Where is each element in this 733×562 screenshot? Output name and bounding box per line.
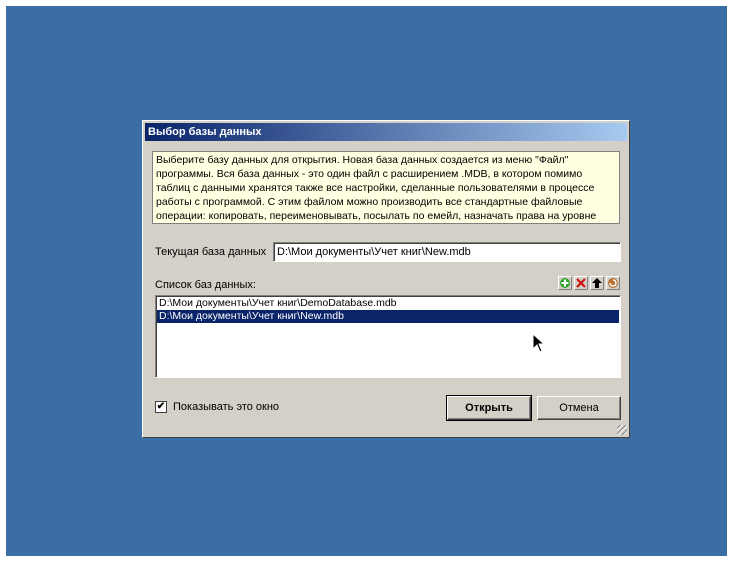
show-window-checkbox[interactable]: ✔ [155, 401, 167, 413]
info-line: работы с программой. С этим файлом можно… [156, 196, 583, 208]
add-database-button[interactable] [558, 276, 572, 290]
dialog-title: Выбор базы данных [145, 123, 627, 141]
current-db-label: Текущая база данных [155, 246, 267, 258]
list-toolbar [558, 276, 620, 292]
db-list-label: Список баз данных: [155, 279, 256, 291]
info-text-box: Выберите базу данных для открытия. Новая… [152, 151, 620, 224]
delete-database-button[interactable] [574, 276, 588, 290]
refresh-button[interactable] [606, 276, 620, 290]
info-line: Выберите базу данных для открытия. Новая… [156, 154, 569, 166]
current-db-field[interactable]: D:\Мои документы\Учет книг\New.mdb [273, 242, 621, 262]
info-line: таблиц с данными хранятся также все наст… [156, 182, 595, 194]
info-line: программы. Вся база данных - это один фа… [156, 168, 583, 180]
database-select-dialog: Выбор базы данных Выберите базу данных д… [142, 120, 630, 438]
cancel-button[interactable]: Отмена [537, 396, 621, 420]
move-up-button[interactable] [590, 276, 604, 290]
add-icon [560, 278, 570, 288]
list-item[interactable]: D:\Мои документы\Учет книг\DemoDatabase.… [157, 297, 619, 310]
list-item-selected[interactable]: D:\Мои документы\Учет книг\New.mdb [157, 310, 619, 323]
info-line: операции: копировать, переименовывать, п… [156, 210, 597, 222]
arrow-up-icon [592, 278, 602, 288]
refresh-icon [608, 278, 618, 288]
delete-icon [576, 278, 586, 288]
database-list[interactable]: D:\Мои документы\Учет книг\DemoDatabase.… [155, 295, 621, 378]
show-window-label: Показывать это окно [173, 401, 280, 413]
open-button[interactable]: Открыть [446, 395, 532, 421]
mouse-cursor-icon [532, 333, 546, 353]
resize-grip[interactable] [617, 425, 627, 435]
